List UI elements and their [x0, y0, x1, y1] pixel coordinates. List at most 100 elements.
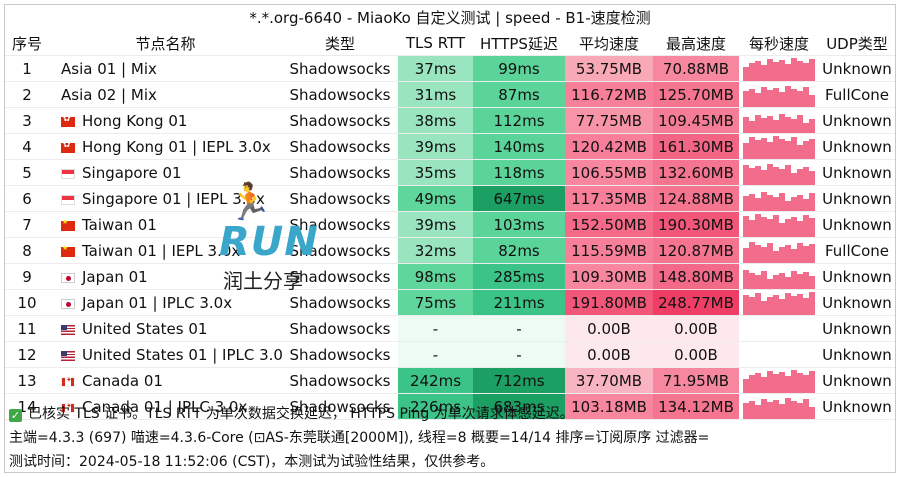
table-row[interactable]: 12 United States 01 | IPLC 3.0x Shadowsock… [5, 341, 895, 368]
node-name: Canada 01 [82, 371, 163, 390]
table-row[interactable]: 6 Singapore 01 | IEPL 3.0x Shadowsocks 49ms… [5, 185, 895, 212]
window-title: *.*.org-6640 - MiaoKo 自定义测试 | speed - B1… [249, 9, 651, 27]
flag-cn-icon [61, 218, 75, 231]
check-icon: ✓ [9, 409, 22, 422]
udp-type: FullCone [819, 81, 895, 108]
tls-rtt: 35ms [398, 159, 473, 186]
max-speed: 70.88MB [653, 55, 739, 82]
table-row[interactable]: 4 Hong Kong 01 | IEPL 3.0x Shadowsocks39ms… [5, 133, 895, 160]
table-row[interactable]: 9 Japan 01 Shadowsocks 98ms 285ms 109.30MB 148… [5, 263, 895, 290]
table-row[interactable]: 3 Hong Kong 01 Shadowsocks38ms112ms77.75MB… [5, 107, 895, 134]
proxy-type: Shadowsocks [282, 133, 398, 160]
sparkline [739, 187, 819, 211]
node-name: Hong Kong 01 [82, 111, 188, 130]
udp-type: Unknown [819, 55, 895, 82]
avg-speed: 117.35MB [565, 185, 653, 212]
table-body: 1 Asia 01 | Mix Shadowsocks 37ms 99ms 53.75MB… [5, 55, 895, 420]
https-delay: - [473, 341, 565, 368]
udp-type: Unknown [819, 211, 895, 238]
per-second-sparkline [739, 341, 819, 368]
col-header-avg[interactable]: 平均速度 [565, 31, 653, 56]
node-name-cell: Asia 01 | Mix [49, 55, 282, 82]
https-delay: 712ms [473, 367, 565, 394]
col-header-https[interactable]: HTTPS延迟 [473, 31, 565, 56]
tls-rtt: - [398, 315, 473, 342]
row-index: 6 [5, 185, 49, 212]
col-header-tls[interactable]: TLS RTT [398, 31, 473, 56]
table-row[interactable]: 5 Singapore 01 Shadowsocks 35ms 118ms 106.55M… [5, 159, 895, 186]
flag-us-icon [61, 324, 75, 335]
https-delay: 87ms [473, 81, 565, 108]
avg-speed: 109.30MB [565, 263, 653, 290]
per-second-sparkline [739, 133, 819, 160]
table-row[interactable]: 10 Japan 01 | IPLC 3.0x Shadowsocks 75ms 211… [5, 289, 895, 316]
row-index: 2 [5, 81, 49, 108]
per-second-sparkline [739, 315, 819, 342]
watermark-run-text: RUN [219, 219, 319, 265]
max-speed: 132.60MB [653, 159, 739, 186]
sparkline [739, 83, 819, 107]
avg-speed: 106.55MB [565, 159, 653, 186]
col-header-type[interactable]: 类型 [282, 31, 398, 56]
row-index: 13 [5, 367, 49, 394]
footer-line-2: 主端=4.3.3 (697) 喵速=4.3.6-Core (⊡AS-东莞联通[2… [9, 430, 710, 446]
col-header-persec[interactable]: 每秒速度 [739, 31, 819, 56]
node-name-cell: Asia 02 | Mix [49, 81, 282, 108]
max-speed: 161.30MB [653, 133, 739, 160]
row-index: 1 [5, 55, 49, 82]
udp-type: Unknown [819, 341, 895, 368]
table-row[interactable]: 8Taiwan 01 | IEPL 3.0xShadowsocks32ms82m… [5, 237, 895, 264]
table-row[interactable]: 2 Asia 02 | Mix Shadowsocks 31ms 87ms 116.72M… [5, 81, 895, 108]
max-speed: 71.95MB [653, 367, 739, 394]
node-name-cell: Hong Kong 01 | IEPL 3.0x [49, 133, 282, 160]
node-name-cell: United States 01 | IPLC 3.0x [49, 341, 282, 368]
node-name-cell: Canada 01 [49, 367, 282, 394]
avg-speed: 191.80MB [565, 289, 653, 316]
sparkline-bar [809, 192, 815, 211]
node-name: Japan 01 | IPLC 3.0x [82, 293, 233, 312]
per-second-sparkline [739, 159, 819, 186]
flag-ca-icon [61, 376, 75, 387]
proxy-type: Shadowsocks [282, 185, 398, 212]
max-speed: 125.70MB [653, 81, 739, 108]
tls-rtt: 38ms [398, 107, 473, 134]
sparkline-bar [809, 217, 815, 237]
node-name-cell: United States 01 [49, 315, 282, 342]
flag-us-icon [61, 350, 75, 361]
flag-sg-icon [61, 168, 75, 179]
sparkline-bar [809, 275, 815, 289]
watermark-cn-text: 润土分享 [223, 269, 303, 293]
row-index: 4 [5, 133, 49, 160]
col-header-index[interactable]: 序号 [5, 31, 49, 56]
udp-type: Unknown [819, 133, 895, 160]
node-name-cell: Hong Kong 01 [49, 107, 282, 134]
node-name: Taiwan 01 [82, 215, 157, 234]
tls-rtt: 98ms [398, 263, 473, 290]
table-row[interactable]: 11 United States 01 Shadowsocks - -0.00B 0.00… [5, 315, 895, 342]
max-speed: 0.00B [653, 315, 739, 342]
table-row[interactable]: 13 Canada 01 Shadowsocks242ms712ms37.70MB7… [5, 367, 895, 394]
udp-type: Unknown [819, 107, 895, 134]
row-index: 5 [5, 159, 49, 186]
sparkline [739, 265, 819, 289]
udp-type: Unknown [819, 315, 895, 342]
proxy-type: Shadowsocks [282, 341, 398, 368]
sparkline [739, 135, 819, 159]
sparkline [739, 369, 819, 393]
table-row[interactable]: 1 Asia 01 | Mix Shadowsocks 37ms 99ms 53.75MB… [5, 55, 895, 82]
col-header-name[interactable]: 节点名称 [49, 31, 282, 56]
avg-speed: 37.70MB [565, 367, 653, 394]
table-row[interactable]: 7Taiwan 01Shadowsocks39ms103ms152.50MB19… [5, 211, 895, 238]
col-header-max[interactable]: 最高速度 [653, 31, 739, 56]
col-header-udp[interactable]: UDP类型 [819, 31, 895, 56]
node-name: United States 01 [82, 319, 208, 338]
sparkline [739, 57, 819, 81]
result-window: *.*.org-6640 - MiaoKo 自定义测试 | speed - B1… [4, 4, 896, 473]
per-second-sparkline [739, 55, 819, 82]
udp-type: Unknown [819, 263, 895, 290]
avg-speed: 120.42MB [565, 133, 653, 160]
per-second-sparkline [739, 81, 819, 108]
per-second-sparkline [739, 263, 819, 290]
avg-speed: 152.50MB [565, 211, 653, 238]
sparkline [739, 239, 819, 263]
